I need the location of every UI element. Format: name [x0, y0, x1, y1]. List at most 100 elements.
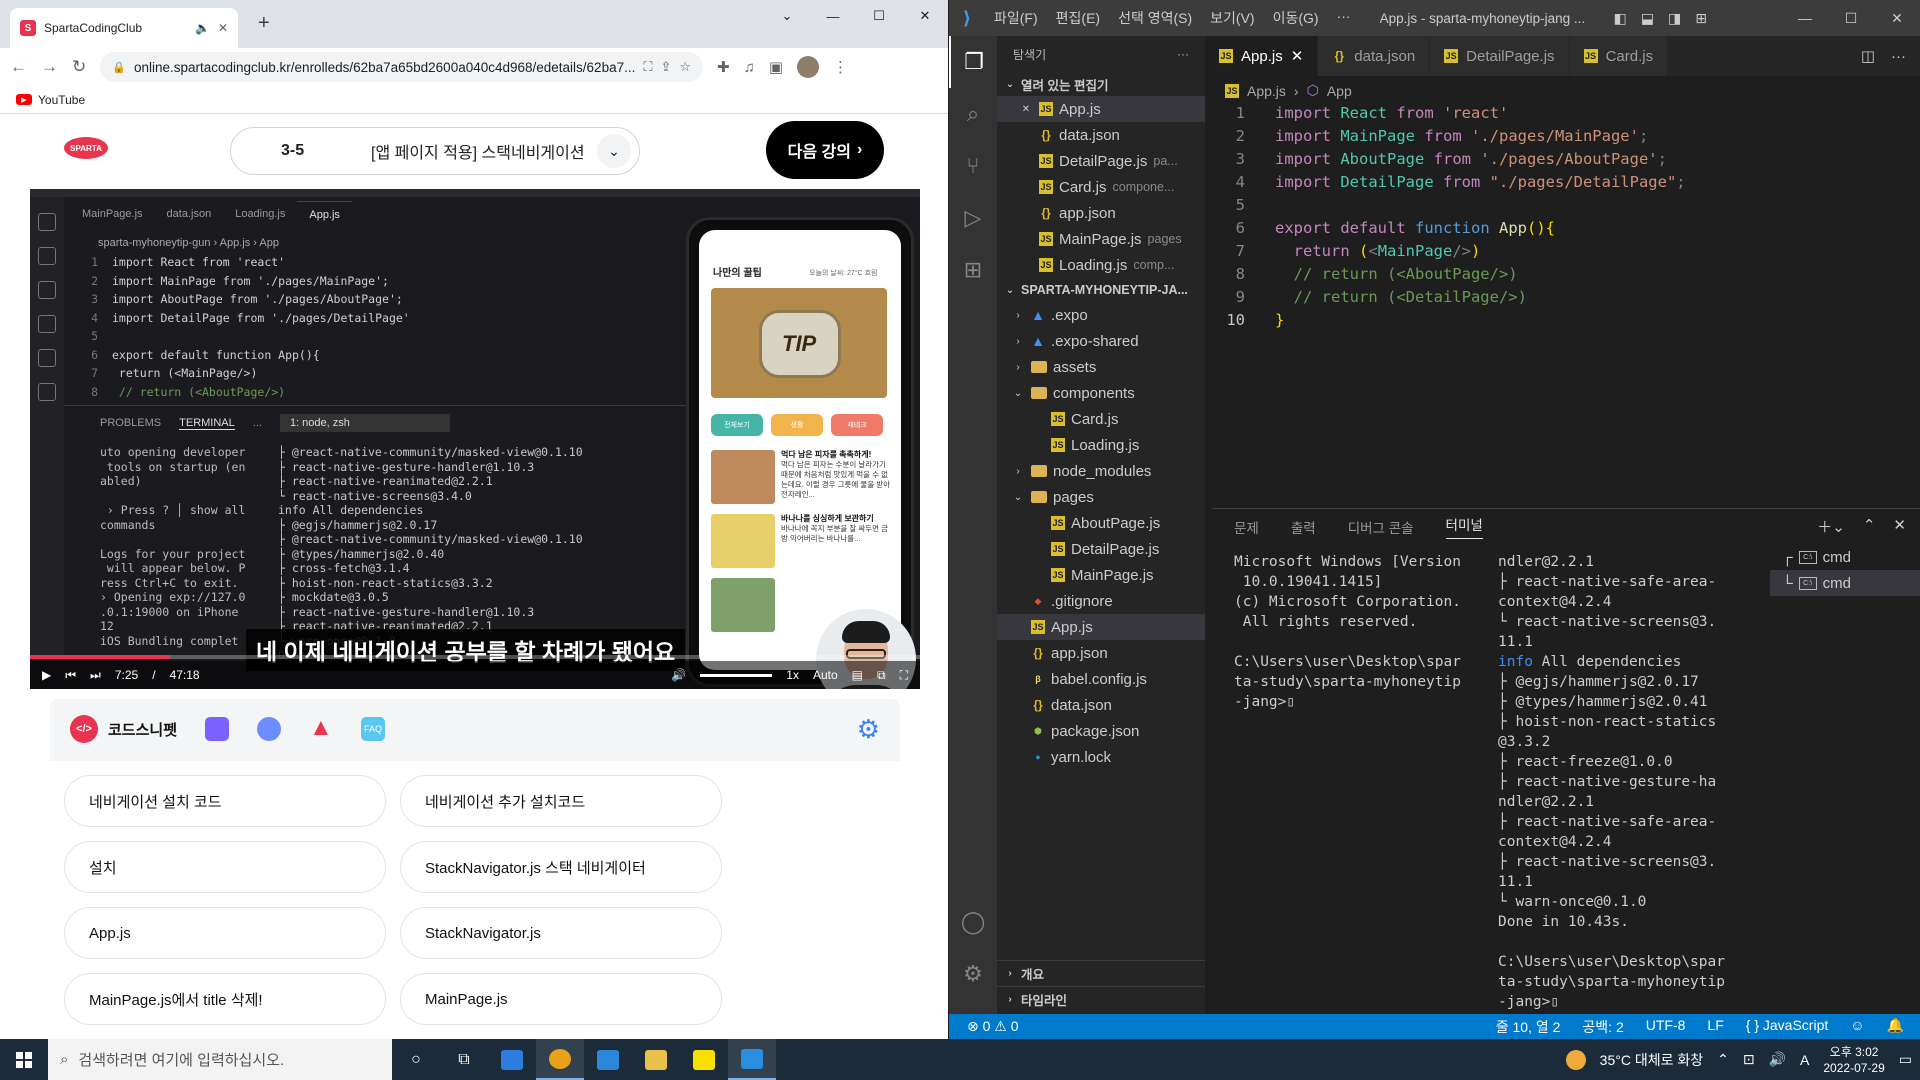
- close-tab-icon[interactable]: ✕: [1291, 47, 1304, 65]
- tree-item[interactable]: JS MainPage.js: [997, 562, 1205, 588]
- terminal-output-1[interactable]: Microsoft Windows [Version 10.0.19041.14…: [1234, 552, 1474, 712]
- weather-text[interactable]: 35°C 대체로 화창: [1600, 1050, 1703, 1070]
- eol[interactable]: LF: [1707, 1017, 1723, 1037]
- url-text[interactable]: online.spartacodingclub.kr/enrolleds/62b…: [134, 60, 635, 75]
- tree-item[interactable]: › ▲ .expo: [997, 302, 1205, 328]
- video-progress-bar[interactable]: [30, 655, 920, 659]
- timeline-header[interactable]: › 타임라인: [997, 986, 1205, 1012]
- video-player[interactable]: MainPage.js data.json Loading.js App.js spa…: [30, 189, 920, 689]
- tree-item[interactable]: JS Card.js: [997, 406, 1205, 432]
- profile-avatar[interactable]: [797, 56, 820, 78]
- feedback-icon[interactable]: ☺: [1850, 1017, 1864, 1037]
- tab-output[interactable]: 출력: [1291, 517, 1316, 537]
- network-icon[interactable]: ⊡: [1743, 1051, 1755, 1068]
- tree-item[interactable]: {} app.json: [997, 640, 1205, 666]
- terminal-item[interactable]: ┌ C:\ cmd: [1770, 544, 1920, 570]
- bell-icon[interactable]: 🔔: [1887, 1017, 1904, 1037]
- clock[interactable]: 오후 3:02 2022-07-29: [1823, 1044, 1884, 1076]
- tree-item[interactable]: JS DetailPage.js: [997, 536, 1205, 562]
- editor-tab[interactable]: JS Card.js: [1569, 36, 1669, 76]
- tab-search-icon[interactable]: ⌄: [764, 0, 810, 32]
- gear-icon[interactable]: ⚙: [857, 714, 880, 745]
- tree-item[interactable]: › node_modules: [997, 458, 1205, 484]
- tree-item[interactable]: › ▲ .expo-shared: [997, 328, 1205, 354]
- reload-icon[interactable]: ↻: [72, 57, 86, 77]
- menu-item[interactable]: 보기(V): [1201, 8, 1263, 28]
- browser-tab[interactable]: S SpartaCodingClub 🔈 ✕: [10, 8, 238, 48]
- outline-header[interactable]: › 개요: [997, 960, 1205, 986]
- tray-chevron-icon[interactable]: ⌃: [1717, 1051, 1729, 1068]
- tree-item[interactable]: JS Loading.js: [997, 432, 1205, 458]
- notes-icon[interactable]: [205, 717, 230, 741]
- open-editor-item[interactable]: {} app.json: [997, 200, 1205, 226]
- close-button[interactable]: ✕: [1874, 10, 1920, 27]
- next-lecture-button[interactable]: 다음 강의 ›: [766, 121, 884, 179]
- speed-button[interactable]: 1x: [786, 668, 799, 682]
- terminal-output-2[interactable]: ndler@2.2.1 ├ react-native-safe-area- co…: [1498, 552, 1788, 1012]
- language-mode[interactable]: { } JavaScript: [1746, 1017, 1829, 1037]
- quality-button[interactable]: Auto: [813, 668, 838, 682]
- menu-item[interactable]: ···: [1328, 8, 1360, 28]
- tree-item[interactable]: β babel.config.js: [997, 666, 1205, 692]
- kakaotalk-app-icon[interactable]: [680, 1039, 728, 1080]
- tree-item[interactable]: ◆ .gitignore: [997, 588, 1205, 614]
- volume-icon[interactable]: 🔊: [1769, 1051, 1786, 1068]
- tab-debug-console[interactable]: 디버그 콘솔: [1348, 517, 1414, 537]
- open-editors-header[interactable]: ⌄ 열려 있는 편집기: [997, 72, 1205, 96]
- task-view-icon[interactable]: ⧉: [440, 1039, 488, 1080]
- cortana-icon[interactable]: ○: [392, 1039, 440, 1080]
- project-header[interactable]: ⌄ SPARTA-MYHONEYTIP-JA...: [997, 278, 1205, 302]
- open-editor-item[interactable]: JS Card.js compone...: [997, 174, 1205, 200]
- close-button[interactable]: ✕: [902, 0, 948, 32]
- media-icon[interactable]: ♫: [744, 59, 755, 76]
- minimize-button[interactable]: —: [810, 0, 856, 32]
- volume-slider[interactable]: [700, 673, 773, 677]
- tree-item[interactable]: ⌄ components: [997, 380, 1205, 406]
- source-control-icon[interactable]: ⑂: [949, 140, 997, 192]
- cursor-position[interactable]: 줄 10, 열 2: [1496, 1017, 1561, 1037]
- tree-item[interactable]: JS AboutPage.js: [997, 510, 1205, 536]
- snippet-button[interactable]: MainPage.js: [400, 973, 722, 1025]
- menu-icon[interactable]: ⋮: [833, 58, 848, 76]
- split-editor-icon[interactable]: ◫: [1861, 47, 1875, 65]
- tab-problems[interactable]: 문제: [1234, 517, 1259, 537]
- back-icon[interactable]: ←: [10, 57, 27, 77]
- new-terminal-icon[interactable]: ＋⌄: [1817, 516, 1845, 537]
- editor-tab[interactable]: {} data.json: [1318, 36, 1431, 76]
- menu-item[interactable]: 이동(G): [1264, 8, 1328, 28]
- store-app-icon[interactable]: [488, 1039, 536, 1080]
- chevron-down-icon[interactable]: ⌄: [597, 134, 631, 168]
- fullscreen-icon[interactable]: ⛶: [900, 668, 908, 683]
- play-icon[interactable]: ▶: [42, 668, 51, 682]
- snippet-button[interactable]: 네비게이션 설치 코드: [64, 775, 386, 827]
- share-icon[interactable]: ⇪: [660, 59, 671, 75]
- explorer-icon[interactable]: ❐: [949, 36, 997, 88]
- extensions-icon[interactable]: ✚: [717, 58, 730, 76]
- omnibox[interactable]: 🔒 online.spartacodingclub.kr/enrolleds/6…: [100, 52, 704, 82]
- tree-item[interactable]: {} data.json: [997, 692, 1205, 718]
- tree-item[interactable]: › assets: [997, 354, 1205, 380]
- open-editor-item[interactable]: JS Loading.js comp...: [997, 252, 1205, 278]
- toggle-secondary-icon[interactable]: ◨: [1668, 10, 1681, 27]
- snippet-button[interactable]: 네비게이션 추가 설치코드: [400, 775, 722, 827]
- skip-back-icon[interactable]: ⏮: [65, 668, 76, 683]
- caption-icon[interactable]: ▤: [852, 668, 863, 682]
- bookmark-youtube[interactable]: YouTube: [38, 93, 85, 107]
- toggle-sidebar-icon[interactable]: ◧: [1614, 10, 1627, 27]
- menu-item[interactable]: 편집(E): [1047, 8, 1109, 28]
- terminal-item[interactable]: └ C:\ cmd: [1770, 570, 1920, 596]
- translate-icon[interactable]: ⛶: [643, 59, 652, 75]
- maximize-button[interactable]: ☐: [856, 0, 902, 32]
- close-editor-icon[interactable]: ✕: [1019, 104, 1033, 115]
- volume-icon[interactable]: 🔊: [671, 668, 686, 682]
- tree-item[interactable]: ⌄ pages: [997, 484, 1205, 510]
- open-editor-item[interactable]: {} data.json: [997, 122, 1205, 148]
- explorer-app-icon[interactable]: [632, 1039, 680, 1080]
- vscode-app-icon[interactable]: [728, 1039, 776, 1080]
- menu-item[interactable]: 파일(F): [985, 8, 1047, 28]
- lecture-selector[interactable]: 3-5 [앱 페이지 적용] 스택네비게이션 ⌄: [230, 127, 640, 175]
- maximize-button[interactable]: ☐: [1828, 10, 1874, 27]
- tree-item[interactable]: ⬢ package.json: [997, 718, 1205, 744]
- problems-status[interactable]: ⊗ 0 ⚠ 0: [967, 1018, 1019, 1035]
- chrome-app-icon[interactable]: [536, 1039, 584, 1080]
